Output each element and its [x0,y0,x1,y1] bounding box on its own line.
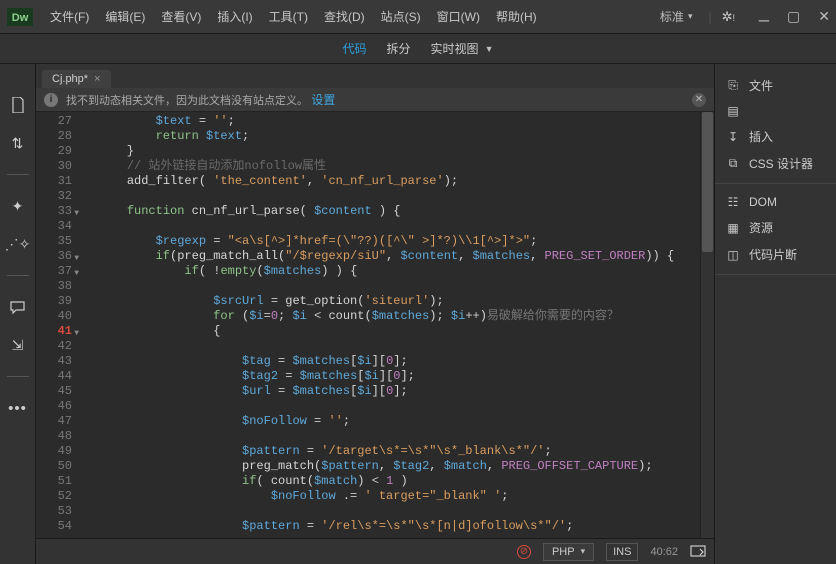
collapse-icon[interactable]: ⇲ [9,336,27,354]
rp-item-label-2: 插入 [749,128,773,145]
status-bar: ⊘ PHP▾ INS 40:62 [36,538,714,564]
rp-item-1[interactable]: ▤ [715,99,836,123]
rp-item-icon-1: ▤ [725,104,741,118]
tab-file[interactable]: Cj.php* × [42,70,111,88]
line-gutter: 27282930313233▼343536▼37▼38394041▼424344… [36,112,80,538]
settings-icon[interactable]: ✲! [722,9,735,25]
svg-text:Dw: Dw [12,12,29,24]
view-code[interactable]: 代码 [333,36,377,61]
right-panel: ⎘ 文件 ▤ ↧ 插入 ⧉ CSS 设计器 ☷ DOM ▦ 资源 ◫ 代码片断 [714,64,836,564]
main-menu: 文件(F)编辑(E)查看(V)插入(I)工具(T)查找(D)站点(S)窗口(W)… [44,4,543,29]
tab-label: Cj.php* [52,73,88,85]
rp-item-3[interactable]: ⧉ CSS 设计器 [715,150,836,177]
code-content[interactable]: $text = ''; return $text; } // 站外链接自动添加n… [80,112,700,538]
info-close-icon[interactable]: ✕ [692,93,706,107]
rp2-item-icon-1: ▦ [725,221,741,235]
tab-close-icon[interactable]: × [94,73,100,85]
menu-item-2[interactable]: 查看(V) [155,4,207,29]
view-live[interactable]: 实时视图▼ [421,36,504,61]
view-split[interactable]: 拆分 [377,36,421,61]
rp-item-label-0: 文件 [749,77,773,94]
language-selector[interactable]: PHP▾ [543,543,594,561]
error-indicator-icon[interactable]: ⊘ [517,545,531,559]
left-toolbar: ⇅ ✦ ⋰✧ ⇲ ••• [0,64,36,564]
menu-item-8[interactable]: 帮助(H) [490,4,543,29]
rp-item-icon-3: ⧉ [725,157,741,171]
titlebar: Dw 文件(F)编辑(E)查看(V)插入(I)工具(T)查找(D)站点(S)窗口… [0,0,836,34]
vertical-scrollbar[interactable] [700,112,714,538]
comment-icon[interactable] [9,298,27,316]
file-icon[interactable] [9,96,27,114]
tab-bar: Cj.php* × [36,64,714,88]
wand-icon[interactable]: ✦ [9,197,27,215]
minimize-button[interactable]: _ [759,8,769,25]
maximize-button[interactable]: ▢ [787,8,800,25]
screen-icon[interactable] [690,545,706,559]
view-switcher: 代码 拆分 实时视图▼ [0,34,836,64]
cursor-position: 40:62 [650,546,678,558]
menu-item-1[interactable]: 编辑(E) [99,4,151,29]
menu-item-4[interactable]: 工具(T) [263,4,314,29]
menu-item-7[interactable]: 窗口(W) [431,4,486,29]
rp-item-icon-2: ↧ [725,130,741,144]
info-text: 找不到动态相关文件，因为此文档没有站点定义。 [66,92,308,108]
info-bar: i 找不到动态相关文件，因为此文档没有站点定义。 设置 ✕ [36,88,714,112]
rp2-item-icon-0: ☷ [725,195,741,209]
rp-item-2[interactable]: ↧ 插入 [715,123,836,150]
divider: | [708,10,711,24]
layout-selector[interactable]: 标准▾ [654,8,699,25]
menu-item-6[interactable]: 站点(S) [375,4,427,29]
scrollbar-thumb[interactable] [702,112,713,252]
swap-icon[interactable]: ⇅ [9,134,27,152]
menu-item-3[interactable]: 插入(I) [211,4,258,29]
close-button[interactable]: ✕ [818,8,830,25]
info-icon: i [44,93,58,107]
code-editor[interactable]: 27282930313233▼343536▼37▼38394041▼424344… [36,112,714,538]
rp2-item-icon-2: ◫ [725,248,741,262]
rp2-item-label-0: DOM [749,195,777,209]
rp-item-label-3: CSS 设计器 [749,155,813,172]
rp-item-0[interactable]: ⎘ 文件 [715,72,836,99]
more-icon[interactable]: ••• [9,399,27,417]
rp2-item-label-2: 代码片断 [749,246,797,263]
menu-item-0[interactable]: 文件(F) [44,4,95,29]
rp2-item-0[interactable]: ☷ DOM [715,190,836,214]
sparkle-icon[interactable]: ⋰✧ [9,235,27,253]
rp2-item-2[interactable]: ◫ 代码片断 [715,241,836,268]
rp-item-icon-0: ⎘ [725,79,741,93]
app-logo: Dw [6,7,34,27]
insert-mode[interactable]: INS [606,543,638,561]
menu-item-5[interactable]: 查找(D) [318,4,371,29]
rp2-item-1[interactable]: ▦ 资源 [715,214,836,241]
rp2-item-label-1: 资源 [749,219,773,236]
info-settings-link[interactable]: 设置 [311,91,335,108]
